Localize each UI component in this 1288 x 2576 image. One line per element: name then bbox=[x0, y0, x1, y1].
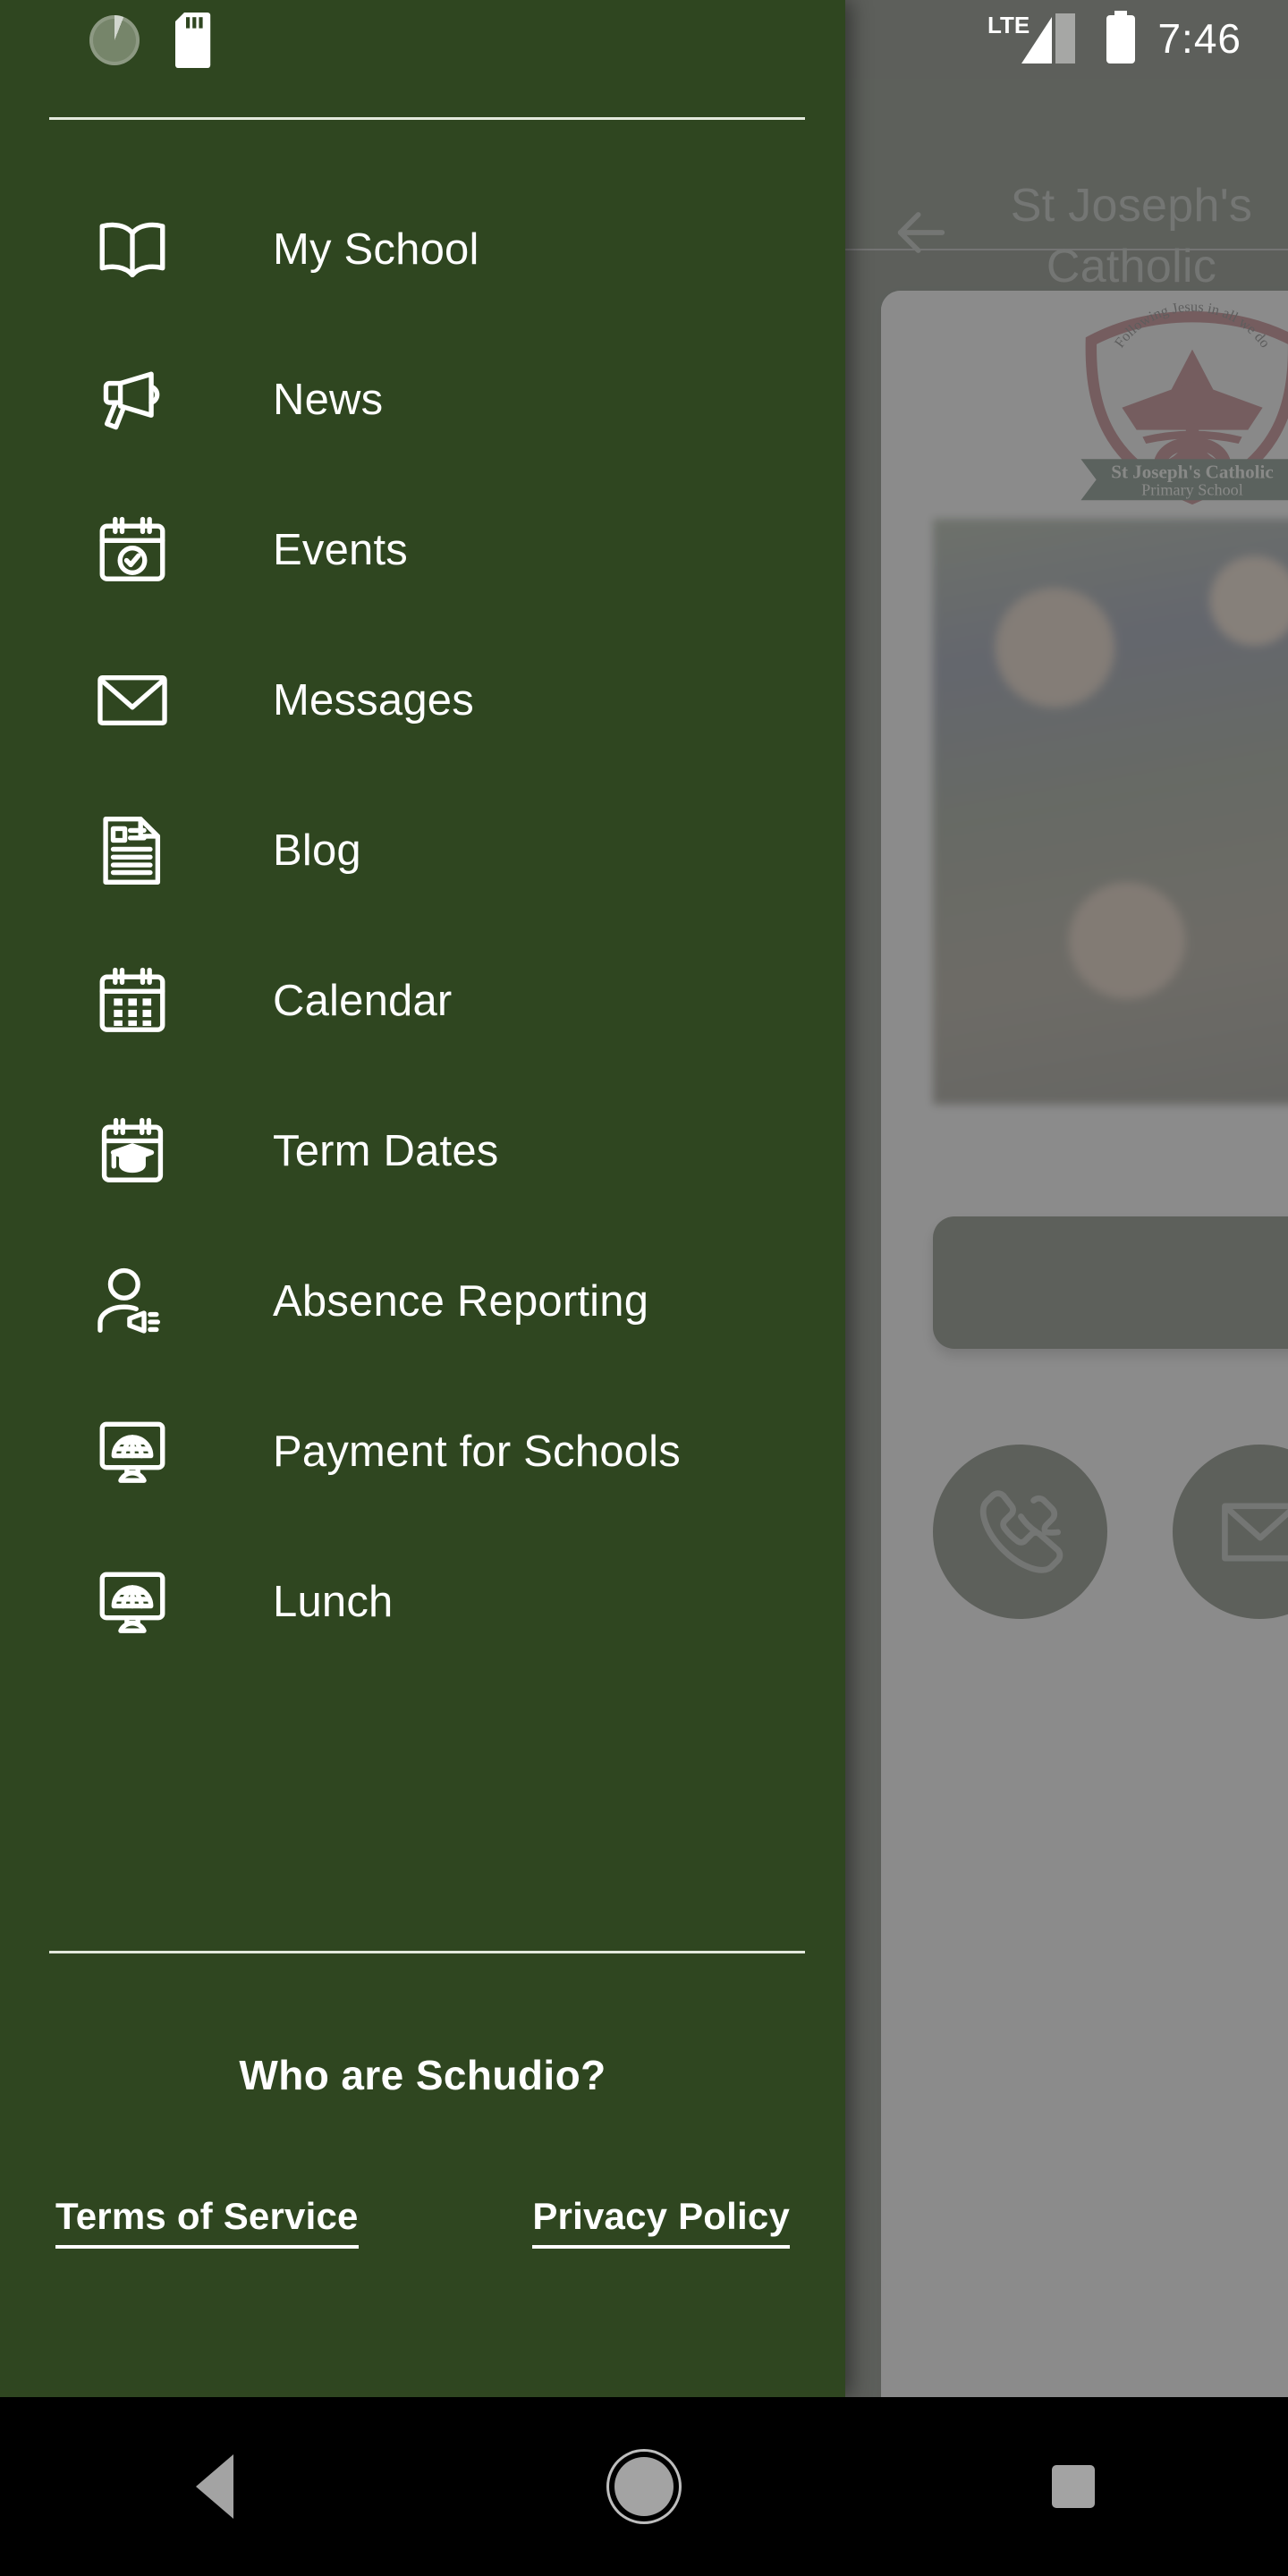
status-bar-right-icons: LTE 7:46 bbox=[987, 9, 1241, 68]
sidebar-item-my-school[interactable]: My School bbox=[0, 174, 845, 325]
privacy-policy-link[interactable]: Privacy Policy bbox=[532, 2191, 790, 2249]
calendar-grid-icon bbox=[91, 960, 174, 1042]
sync-spinner-icon bbox=[89, 15, 140, 65]
back-arrow-icon[interactable] bbox=[886, 197, 957, 268]
who-are-schudio-link[interactable]: Who are Schudio? bbox=[0, 2048, 845, 2102]
status-bar: LTE 7:46 bbox=[0, 0, 1288, 79]
open-book-icon bbox=[91, 208, 174, 291]
sidebar-item-payment-for-schools[interactable]: Payment for Schools bbox=[0, 1377, 845, 1527]
sidebar-item-blog[interactable]: Blog bbox=[0, 775, 845, 926]
android-nav-bar bbox=[0, 2397, 1288, 2576]
school-hero-photo bbox=[933, 519, 1288, 1105]
nav-home-button[interactable] bbox=[572, 2433, 716, 2540]
school-content-card: St Joseph's Catholic Primary School Foll… bbox=[881, 291, 1288, 2509]
sidebar-item-label: News bbox=[273, 376, 384, 424]
phone-screen: St Joseph's Catholic School St Joseph's … bbox=[0, 0, 1288, 2576]
sd-card-icon bbox=[170, 13, 216, 68]
drawer-menu-list: My School News Events Messages Blog Cale… bbox=[0, 174, 845, 1677]
calendar-graduation-icon bbox=[91, 1110, 174, 1192]
drawer-divider-top bbox=[49, 117, 805, 120]
person-megaphone-icon bbox=[91, 1260, 174, 1343]
drawer-footer: Who are Schudio? Terms of Service Privac… bbox=[0, 2048, 845, 2249]
sidebar-item-label: Absence Reporting bbox=[273, 1277, 649, 1326]
calendar-check-icon bbox=[91, 509, 174, 591]
back-triangle-icon bbox=[196, 2454, 233, 2519]
svg-text:St Joseph's Catholic: St Joseph's Catholic bbox=[1111, 461, 1274, 482]
status-bar-clock: 7:46 bbox=[1157, 15, 1241, 62]
status-bar-left-icons bbox=[89, 13, 216, 68]
sidebar-item-lunch[interactable]: Lunch bbox=[0, 1527, 845, 1677]
school-crest: St Joseph's Catholic Primary School Foll… bbox=[881, 291, 1288, 514]
contact-buttons-row bbox=[933, 1445, 1288, 1632]
sidebar-item-news[interactable]: News bbox=[0, 325, 845, 475]
svg-text:Primary School: Primary School bbox=[1141, 481, 1243, 499]
home-circle-icon bbox=[614, 2457, 674, 2516]
navigation-drawer: My School News Events Messages Blog Cale… bbox=[0, 0, 845, 2397]
envelope-icon bbox=[91, 659, 174, 741]
nav-back-button[interactable] bbox=[143, 2433, 286, 2540]
drawer-divider-bottom bbox=[49, 1951, 805, 1953]
battery-icon bbox=[1104, 10, 1138, 67]
svg-text:LTE: LTE bbox=[987, 12, 1030, 38]
sidebar-item-absence-reporting[interactable]: Absence Reporting bbox=[0, 1226, 845, 1377]
nav-recents-button[interactable] bbox=[1002, 2433, 1145, 2540]
sidebar-item-label: Events bbox=[273, 526, 408, 574]
sidebar-item-label: Payment for Schools bbox=[273, 1428, 681, 1476]
sidebar-item-label: Calendar bbox=[273, 977, 453, 1025]
sidebar-item-label: Lunch bbox=[273, 1578, 394, 1626]
legal-links-row: Terms of Service Privacy Policy bbox=[0, 2191, 845, 2249]
phone-button[interactable] bbox=[933, 1445, 1107, 1619]
sidebar-item-label: Term Dates bbox=[273, 1127, 499, 1175]
envelope-icon bbox=[1221, 1503, 1288, 1561]
email-button[interactable] bbox=[1173, 1445, 1288, 1619]
megaphone-icon bbox=[91, 359, 174, 441]
phone-icon bbox=[979, 1489, 1063, 1573]
monitor-globe-icon bbox=[91, 1411, 174, 1493]
sidebar-item-term-dates[interactable]: Term Dates bbox=[0, 1076, 845, 1226]
sidebar-item-calendar[interactable]: Calendar bbox=[0, 926, 845, 1076]
terms-of-service-link[interactable]: Terms of Service bbox=[55, 2191, 359, 2249]
primary-cta-button[interactable] bbox=[933, 1216, 1288, 1349]
sidebar-item-label: My School bbox=[273, 225, 479, 274]
recents-square-icon bbox=[1052, 2465, 1095, 2508]
sidebar-item-label: Blog bbox=[273, 826, 361, 875]
sidebar-item-label: Messages bbox=[273, 676, 474, 724]
sidebar-item-events[interactable]: Events bbox=[0, 475, 845, 625]
article-document-icon bbox=[91, 809, 174, 892]
sidebar-item-messages[interactable]: Messages bbox=[0, 625, 845, 775]
lte-signal-icon: LTE bbox=[987, 10, 1084, 67]
monitor-globe-icon bbox=[91, 1561, 174, 1643]
school-crest-icon: St Joseph's Catholic Primary School Foll… bbox=[1080, 300, 1288, 505]
